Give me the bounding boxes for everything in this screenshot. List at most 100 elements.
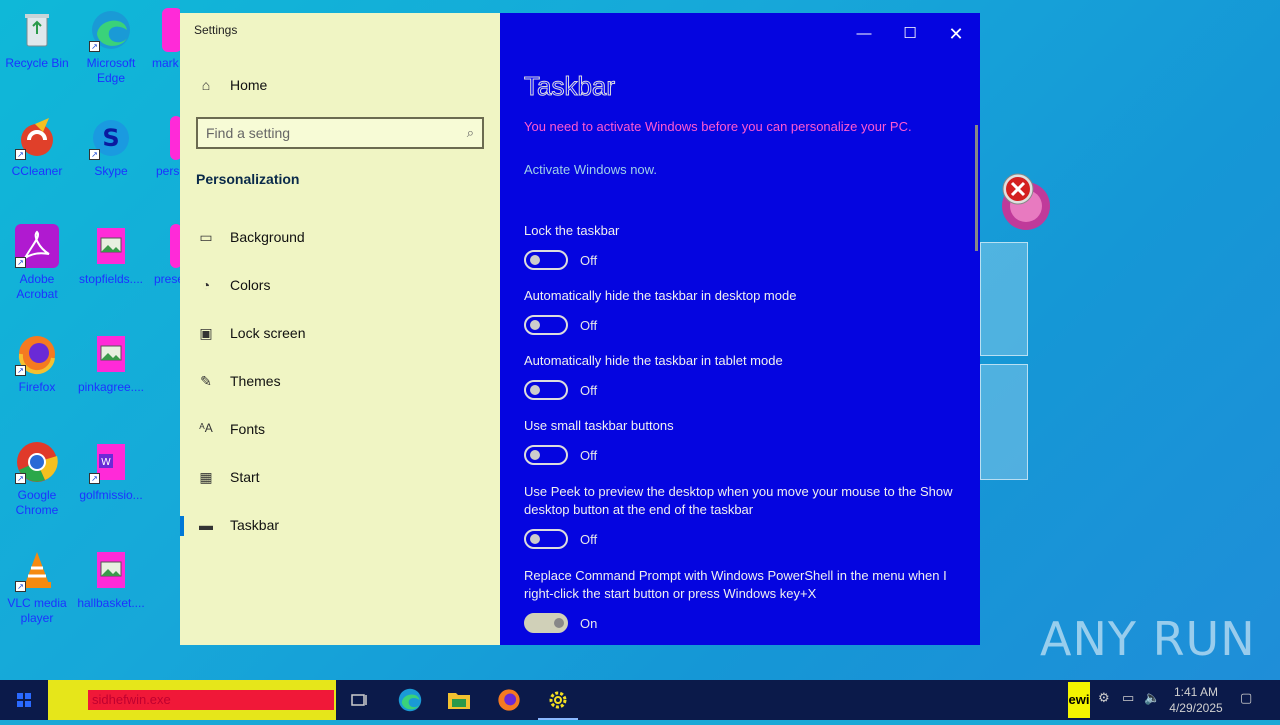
desktop-icon-firefox[interactable]: ↗ Firefox (0, 328, 74, 395)
toggle-state: Off (580, 253, 598, 268)
settings-window: Settings ⌂ Home Find a setting ⌕ Persona… (180, 13, 980, 645)
notification-icon[interactable]: ▢ (1240, 690, 1252, 706)
nav-item-fonts[interactable]: ᴬA Fonts (196, 421, 265, 437)
nav-item-label: Colors (230, 277, 271, 293)
start-button[interactable] (0, 680, 48, 720)
search-input[interactable]: Find a setting ⌕ (196, 117, 484, 149)
toggle-knob (530, 534, 540, 544)
desktop-icon-adobe-acrobat[interactable]: ↗ Adobe Acrobat (0, 220, 74, 302)
desktop-icon-golfmissio[interactable]: W ↗ golfmissio... (74, 436, 148, 503)
desktop-icon-skype[interactable]: S ↗ Skype (74, 112, 148, 179)
close-button[interactable]: ✕ (933, 19, 979, 49)
desktop-icon-hallbasket[interactable]: hallbasket.... (74, 544, 148, 611)
settings-content: — ☐ ✕ Taskbar You need to activate Windo… (500, 13, 980, 645)
nav-item-lock-screen[interactable]: ▣ Lock screen (196, 325, 305, 341)
search-icon: ⌕ (466, 125, 474, 140)
acrobat-icon: ↗ (15, 224, 59, 268)
toggle-autohide-tablet[interactable] (524, 380, 568, 400)
image-file-icon (89, 224, 133, 268)
maximize-button[interactable]: ☐ (887, 19, 933, 49)
activate-windows-link[interactable]: Activate Windows now. (524, 162, 657, 177)
toggle-state: Off (580, 318, 598, 333)
task-view-button[interactable] (336, 680, 384, 720)
windows-icon (17, 693, 31, 707)
image-file-icon (89, 332, 133, 376)
palette-icon: ◔ (201, 277, 211, 293)
activation-warning: You need to activate Windows before you … (524, 119, 912, 134)
clock-date: 4/29/2025 (1169, 701, 1223, 715)
home-icon: ⌂ (201, 77, 211, 93)
themes-icon: ✎ (200, 373, 212, 389)
section-heading: Personalization (196, 171, 300, 187)
nav-item-label: Fonts (230, 421, 266, 437)
taskbar-file-explorer[interactable] (435, 680, 483, 720)
taskbar-edge[interactable] (386, 680, 434, 720)
setting-label: Automatically hide the taskbar in deskto… (524, 288, 797, 303)
scrollbar[interactable] (975, 125, 978, 251)
desktop-icon-prese[interactable]: prese (148, 220, 180, 287)
shortcut-arrow-icon: ↗ (89, 41, 100, 52)
desktop-icon-stopfields[interactable]: stopfields.... (74, 220, 148, 287)
taskbar-firefox[interactable] (485, 680, 533, 720)
svg-text:S: S (102, 124, 119, 152)
toggle-knob (554, 618, 564, 628)
anyrun-watermark: ANY RUN (1040, 612, 1256, 666)
nav-item-label: Taskbar (230, 517, 280, 533)
network-icon[interactable]: ⚙ (1098, 690, 1110, 706)
edge-icon: ↗ (89, 8, 133, 52)
desktop-icon-vlc[interactable]: ↗ VLC media player (0, 544, 74, 626)
language-indicator[interactable]: ewi (1068, 682, 1090, 718)
skype-icon: S ↗ (89, 116, 133, 160)
nav-item-label: Background (230, 229, 305, 245)
toggle-state: Off (580, 448, 598, 463)
fonts-icon: ᴬA (199, 421, 213, 435)
toggle-small-buttons[interactable] (524, 445, 568, 465)
display-icon[interactable]: ▭ (1122, 690, 1134, 706)
nav-home[interactable]: ⌂ Home (196, 77, 268, 93)
minimize-button[interactable]: — (841, 19, 887, 49)
toggle-knob (530, 385, 540, 395)
nav-item-colors[interactable]: ◔ Colors (196, 277, 271, 293)
page-title: Taskbar (523, 71, 616, 102)
word-file-icon: W ↗ (89, 440, 133, 484)
nav-item-start[interactable]: ▦ Start (196, 469, 259, 485)
nav-home-label: Home (230, 77, 268, 93)
clock[interactable]: 1:41 AM 4/29/2025 (1160, 684, 1232, 716)
toggle-state: On (580, 616, 598, 631)
setting-label: Replace Command Prompt with Windows Powe… (524, 568, 947, 601)
image-icon: ▭ (199, 229, 213, 245)
shortcut-arrow-icon: ↗ (15, 149, 26, 160)
nav-item-label: Themes (230, 373, 281, 389)
edge-icon (398, 688, 422, 712)
gear-icon (549, 691, 567, 709)
toggle-lock-taskbar[interactable] (524, 250, 568, 270)
shortcut-arrow-icon: ↗ (89, 149, 100, 160)
shortcut-arrow-icon: ↗ (15, 473, 26, 484)
desktop-icon-recycle-bin[interactable]: Recycle Bin (0, 4, 74, 71)
toggle-powershell[interactable] (524, 613, 568, 633)
desktop-icon-mark[interactable]: mark (148, 4, 180, 71)
desktop-icon-ccleaner[interactable]: ↗ CCleaner (0, 112, 74, 179)
toggle-peek[interactable] (524, 529, 568, 549)
taskbar-settings[interactable] (534, 680, 582, 720)
desktop-icon-google-chrome[interactable]: ↗ Google Chrome (0, 436, 74, 518)
desktop-icon-pinkagree[interactable]: pinkagree.... (74, 328, 148, 395)
desktop-icon-microsoft-edge[interactable]: ↗ Microsoft Edge (74, 4, 148, 86)
volume-icon[interactable]: 🔈 (1144, 690, 1160, 706)
vlc-icon: ↗ (15, 548, 59, 592)
lock-screen-icon: ▣ (199, 325, 213, 341)
nav-item-background[interactable]: ▭ Background (196, 229, 305, 245)
nav-item-label: Lock screen (230, 325, 306, 341)
nav-item-taskbar[interactable]: ▬ Taskbar (196, 517, 279, 533)
selected-indicator (180, 516, 184, 536)
desktop-icon-pers[interactable]: pers (148, 112, 180, 179)
folder-icon (448, 693, 470, 709)
word-file-icon (170, 224, 180, 268)
taskbar-search[interactable]: sidhefwin.exe (48, 680, 336, 720)
ccleaner-icon: ↗ (15, 116, 59, 160)
nav-item-themes[interactable]: ✎ Themes (196, 373, 281, 389)
search-placeholder: Find a setting (206, 125, 291, 141)
setting-label: Use Peek to preview the desktop when you… (524, 484, 953, 517)
image-file-icon (89, 548, 133, 592)
toggle-autohide-desktop[interactable] (524, 315, 568, 335)
